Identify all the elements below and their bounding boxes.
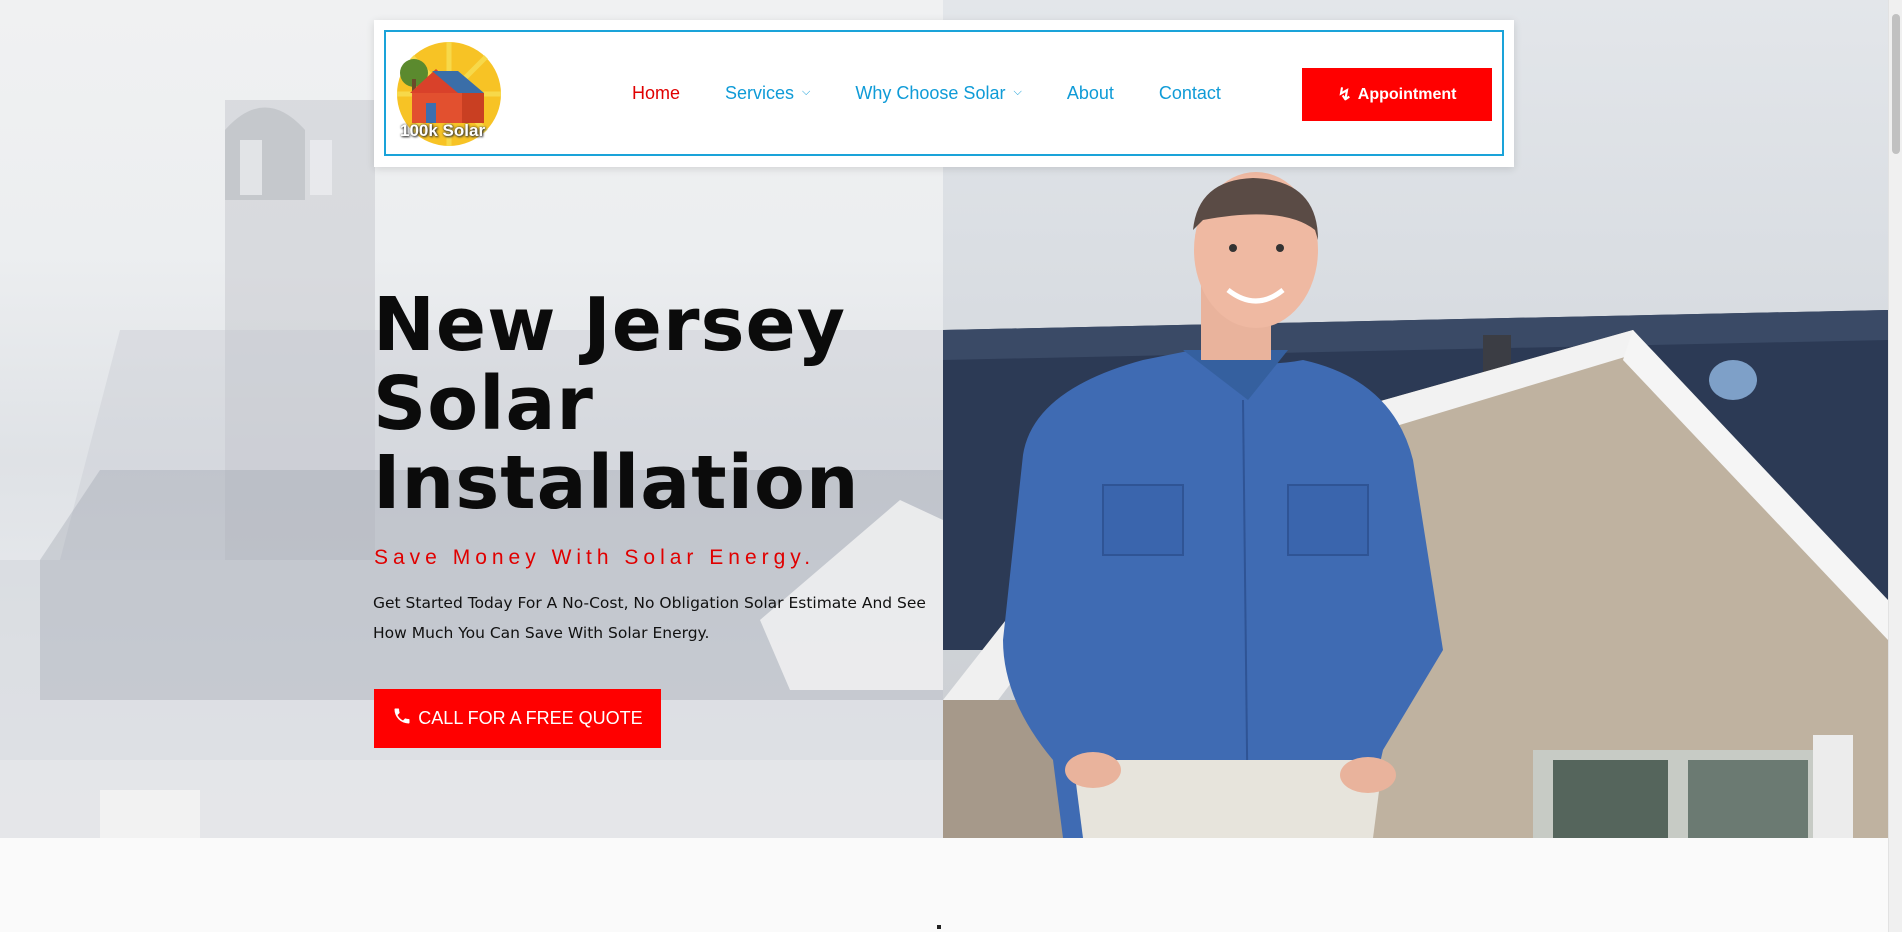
nav-item-services[interactable]: Services ⌵ — [725, 83, 810, 104]
hero-title: New Jersey Solar Installation — [373, 286, 933, 523]
nav-item-label: Services — [725, 82, 795, 103]
nav-item-label: Why Choose Solar — [855, 82, 1006, 103]
nav-item-label: Contact — [1158, 82, 1221, 103]
site-header: 100k Solar Home Services ⌵ Why Choose So… — [374, 20, 1514, 167]
main-nav: Home Services ⌵ Why Choose Solar ⌵ About… — [632, 32, 1266, 154]
nav-item-home[interactable]: Home — [632, 83, 680, 104]
nav-item-about[interactable]: About — [1067, 83, 1114, 104]
header-border-frame: 100k Solar Home Services ⌵ Why Choose So… — [384, 30, 1504, 156]
nav-item-label: About — [1066, 82, 1114, 103]
hero-tagline: Save Money With Solar Energy. — [374, 546, 816, 569]
page-scrollbar[interactable] — [1888, 0, 1902, 932]
appointment-button-label: Appointment — [1357, 85, 1457, 103]
free-quote-button[interactable]: CALL FOR A FREE QUOTE — [374, 689, 661, 748]
site-logo[interactable]: 100k Solar — [396, 41, 502, 147]
hero-title-line: Solar — [373, 361, 594, 447]
nav-item-contact[interactable]: Contact — [1159, 83, 1221, 104]
logo-text: 100k Solar — [400, 121, 486, 140]
nav-item-label: Home — [632, 82, 681, 103]
section-marker — [937, 925, 941, 929]
scrollbar-thumb[interactable] — [1892, 14, 1900, 154]
chevron-down-icon: ⌵ — [1013, 85, 1022, 98]
hero-lead-text: Get Started Today For A No-Cost, No Obli… — [373, 594, 926, 642]
hero-title-line: Installation — [373, 440, 860, 526]
free-quote-button-label: CALL FOR A FREE QUOTE — [418, 708, 643, 728]
chevron-down-icon: ⌵ — [802, 85, 811, 98]
hero-title-line: New Jersey — [373, 282, 846, 368]
bolt-icon: ↯ — [1337, 84, 1352, 104]
next-section — [0, 838, 1888, 932]
phone-icon — [392, 706, 412, 731]
page: 100k Solar Home Services ⌵ Why Choose So… — [0, 0, 1902, 932]
nav-item-why-choose-solar[interactable]: Why Choose Solar ⌵ — [855, 83, 1021, 104]
appointment-button[interactable]: ↯ Appointment — [1302, 68, 1492, 121]
